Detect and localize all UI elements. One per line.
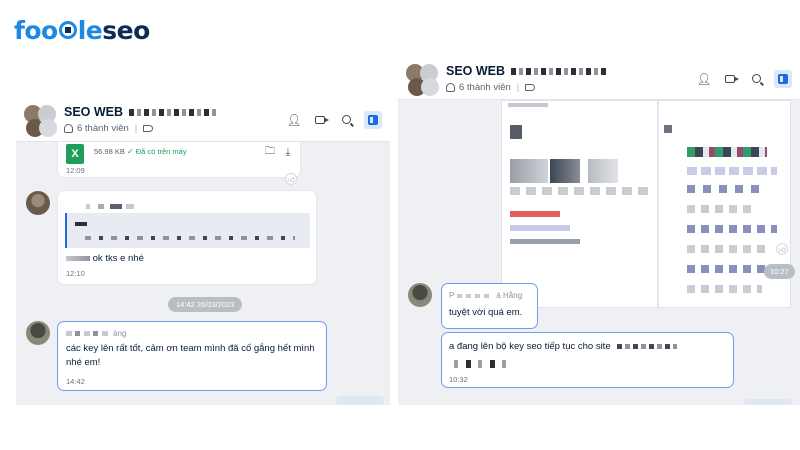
avatar[interactable] [26,191,50,215]
check-icon: ✓ [126,147,134,156]
thumbs-up-icon[interactable]: 👍︎ [776,243,788,255]
group-title: SEO WEB [446,64,607,78]
avatar[interactable] [26,321,50,345]
chat-window-right: SEO WEB 6 thành viên | 👤︎ 👍︎ 10:27 P à H… [398,58,800,405]
chat-header: SEO WEB 6 thành viên | 👤︎ [16,98,390,142]
group-avatar[interactable] [406,62,440,96]
avatar[interactable] [408,283,432,307]
add-member-icon[interactable]: 👤︎ [696,71,712,87]
message-bubble[interactable]: P à Hằng tuyệt vời quá em. [441,283,538,329]
video-call-icon[interactable] [722,71,739,87]
member-count[interactable]: 6 thành viên | [64,123,219,134]
file-message[interactable]: X 56.98 KB ✓ Đã có trên máy 🗀︎ ⤓ 12:09 [57,142,301,178]
tag-icon[interactable] [525,84,536,91]
shared-image[interactable] [501,100,791,308]
reply-message[interactable]: ok tks e nhé 12:10 [57,190,317,285]
quoted-message[interactable] [65,213,310,248]
person-icon [64,124,73,133]
group-title: SEO WEB [64,105,220,119]
message-bubble[interactable]: a đang lên bộ key seo tiếp tục cho site … [441,332,734,388]
chat-header: SEO WEB 6 thành viên | 👤︎ [398,58,800,100]
last-message[interactable]: àng các key lên rất tốt, cảm ơn team mìn… [57,321,327,391]
member-count[interactable]: 6 thành viên | [446,82,606,93]
toggle-panel-icon[interactable] [774,69,792,88]
search-icon[interactable] [748,71,764,87]
tag-icon[interactable] [143,125,154,132]
chat-window-left: SEO WEB 6 thành viên | 👤︎ X 56.98 KB ✓ Đ… [16,98,390,405]
thumbs-up-icon[interactable]: 👍︎ [285,173,297,185]
add-member-icon[interactable]: 👤︎ [286,112,302,128]
sender-name: P à Hằng [449,291,523,300]
video-call-icon[interactable] [312,112,329,128]
logo-magnifier-icon [58,21,77,39]
logo: foo le seo [14,15,150,45]
group-avatar[interactable] [24,103,58,137]
date-divider: 14:42 26/03/2023 [168,297,243,312]
sender-name: àng [66,329,126,338]
person-icon [446,83,455,92]
search-icon[interactable] [338,112,354,128]
toggle-panel-icon[interactable] [364,110,382,129]
image-time: 10:27 [764,264,795,279]
excel-file-icon: X [66,144,84,164]
folder-icon[interactable]: 🗀︎ [262,144,278,160]
download-icon[interactable]: ⤓ [280,144,296,160]
